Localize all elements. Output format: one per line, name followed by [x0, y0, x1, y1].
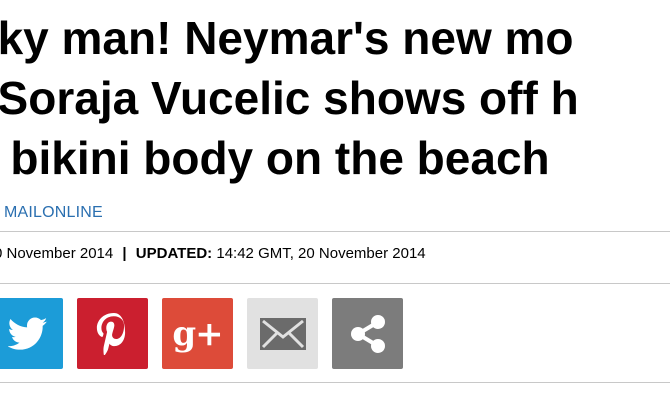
headline-line-2: l Soraja Vucelic shows off h — [0, 68, 670, 128]
pinterest-icon — [96, 312, 130, 355]
headline-line-2-text: Soraja Vucelic shows off h — [0, 72, 579, 124]
google-plus-share-button[interactable]: g+ — [162, 298, 233, 369]
share-icon — [346, 312, 390, 356]
updated-date: 14:42 GMT, 20 November 2014 — [216, 245, 426, 262]
twitter-icon — [7, 317, 48, 351]
twitter-share-button[interactable] — [0, 298, 63, 369]
headline-line-3: e bikini body on the beach — [0, 132, 550, 184]
updated-label: UPDATED: — [135, 245, 213, 262]
google-plus-icon: g+ — [172, 313, 223, 354]
email-share-button[interactable] — [247, 298, 318, 369]
divider-middle — [0, 283, 670, 284]
article-headline: cky man! Neymar's new mo l Soraja Vuceli… — [0, 8, 670, 188]
share-bar: g+ — [0, 298, 403, 370]
envelope-icon — [259, 317, 307, 351]
more-share-button[interactable] — [332, 298, 403, 369]
author-byline[interactable]: MAILONLINE — [4, 204, 103, 222]
date-separator: | — [122, 245, 127, 262]
dateline: 0 November 2014 | UPDATED: 14:42 GMT, 20… — [0, 245, 426, 262]
divider-bottom — [0, 382, 670, 383]
headline-line-1: cky man! Neymar's new mo — [0, 12, 574, 64]
pinterest-share-button[interactable] — [77, 298, 148, 369]
divider-top — [0, 231, 670, 232]
published-date: 0 November 2014 — [0, 245, 114, 262]
